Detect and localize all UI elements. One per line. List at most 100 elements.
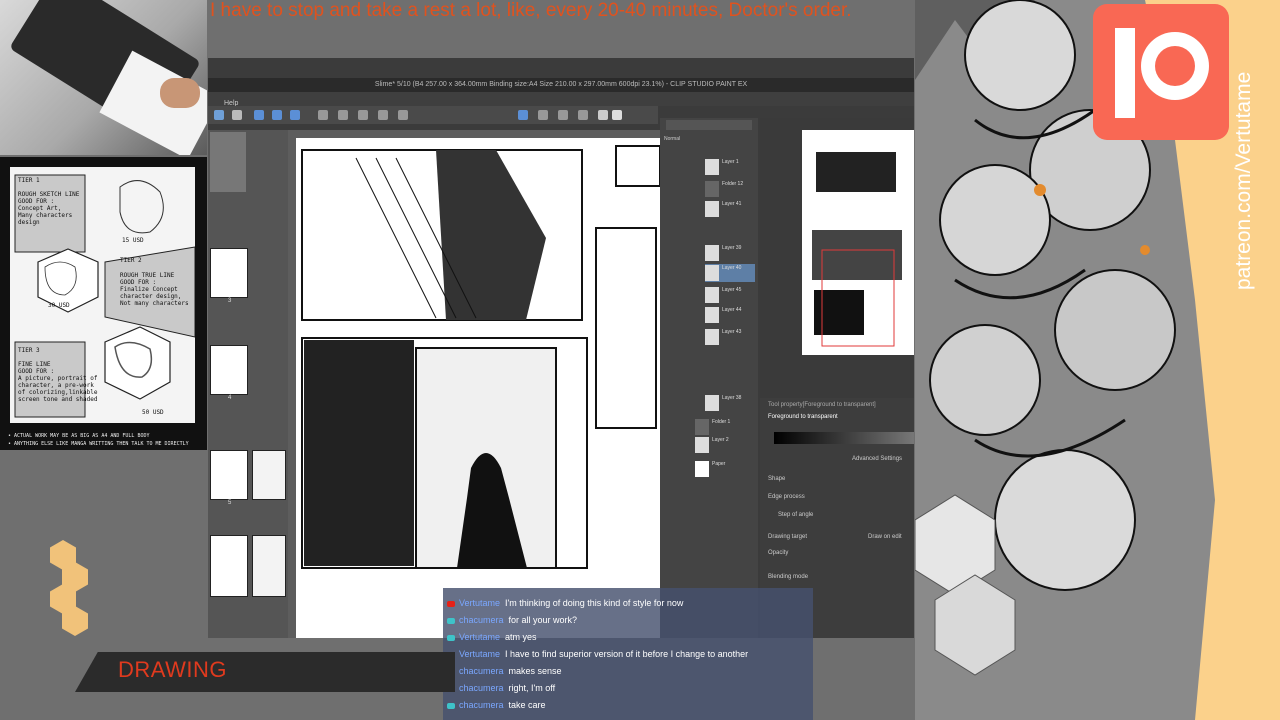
prop-shape: Shape xyxy=(768,476,786,482)
chat-message: chacumera makes sense xyxy=(443,663,813,680)
layer-row[interactable]: Layer 39 xyxy=(705,244,755,262)
canvas-area[interactable] xyxy=(288,130,660,638)
youtube-icon xyxy=(447,600,455,607)
chat-text: atm yes xyxy=(505,632,537,642)
patreon-url[interactable]: patreon.com/Vertutame xyxy=(1232,72,1256,290)
undo-icon[interactable] xyxy=(272,110,282,120)
chat-message: Vertutame I'm thinking of doing this kind… xyxy=(443,595,813,612)
chat-username: chacumera xyxy=(459,700,504,710)
chat-username: chacumera xyxy=(459,666,504,676)
snap-icon[interactable] xyxy=(578,110,588,120)
thumb-strip-left xyxy=(210,132,246,192)
prop-blending-mode: Blending mode xyxy=(768,574,809,580)
chat-text: I have to find superior version of it be… xyxy=(505,649,749,659)
page-thumbnail[interactable] xyxy=(252,450,286,500)
layer-row[interactable]: Layer 45 xyxy=(705,286,755,304)
prop-edge-process: Edge process xyxy=(768,494,805,500)
patreon-icon xyxy=(1093,4,1229,140)
tier-note-size: • ACTUAL WORK MAY BE AS BIG AS A4 AND FU… xyxy=(8,433,150,439)
chat-message: chacumera right, I'm off xyxy=(443,680,813,697)
layer-panel: Normal Layer 1 Folder 12 Layer 41 Layer … xyxy=(660,118,758,638)
manga-page[interactable] xyxy=(296,138,660,638)
draw-on-edit-option[interactable]: Draw on edit xyxy=(868,534,902,540)
transform-icon[interactable] xyxy=(318,110,328,120)
patreon-logo[interactable] xyxy=(1093,4,1229,140)
chat-message: Vertutame atm yes xyxy=(443,629,813,646)
chat-message: Vertutame I have to find superior version… xyxy=(443,646,813,663)
chat-message: chacumera take care xyxy=(443,697,813,714)
snap-ruler-icon[interactable] xyxy=(518,110,528,120)
fill-icon[interactable] xyxy=(358,110,368,120)
tier-1-price: 15 USD xyxy=(122,237,144,244)
layer-row[interactable]: Layer 41 xyxy=(705,200,755,218)
prop-opacity: Opacity xyxy=(768,550,789,556)
navigator-thumbnail xyxy=(812,152,902,347)
page-thumbnail[interactable] xyxy=(210,450,248,500)
chat-message: chacumera for all your work? xyxy=(443,612,813,629)
character-art-panel xyxy=(915,0,1280,720)
page-thumbnail[interactable] xyxy=(210,535,248,597)
navigator-preview[interactable] xyxy=(802,130,914,355)
page-manager: 3 4 5 xyxy=(208,130,288,638)
layer-row[interactable]: Folder 12 xyxy=(705,180,755,198)
status-label: DRAWING xyxy=(118,657,228,682)
chat-text: makes sense xyxy=(508,666,562,676)
crop-icon[interactable] xyxy=(398,110,408,120)
twitch-icon xyxy=(447,702,455,709)
redo-icon[interactable] xyxy=(290,110,300,120)
command-bar xyxy=(208,106,658,124)
clear-icon[interactable] xyxy=(378,110,388,120)
tier-2-title: TIER 2 xyxy=(120,257,142,264)
tier-3-body: FINE LINE GOOD FOR : A picture, portrait… xyxy=(18,361,98,403)
save-icon[interactable] xyxy=(254,110,264,120)
tier-2-price: 30 USD xyxy=(48,302,70,309)
tier-note-manga: • ANYTHING ELSE LIKE MANGA WRITTING THEN… xyxy=(8,441,189,447)
deselect-icon[interactable] xyxy=(338,110,348,120)
open-icon[interactable] xyxy=(232,110,242,120)
tier-3-title: TIER 3 xyxy=(18,347,40,354)
new-file-icon[interactable] xyxy=(214,110,224,120)
tool-property-header: Tool property[Foreground to transparent] xyxy=(768,402,876,408)
advanced-settings-button[interactable]: Advanced Settings xyxy=(852,456,902,462)
clip-studio-window: Slime* 5/10 (B4 257.00 x 364.00mm Bindin… xyxy=(208,58,914,638)
layer-row[interactable]: Layer 2 xyxy=(695,436,745,454)
page-thumbnail[interactable] xyxy=(252,535,286,597)
layer-row[interactable]: Layer 44 xyxy=(705,306,755,324)
snap-perspective-icon[interactable] xyxy=(558,110,568,120)
page-thumbnail[interactable] xyxy=(210,345,248,395)
layer-row[interactable]: Paper xyxy=(695,460,745,478)
chat-text: for all your work? xyxy=(508,615,578,625)
chat-text: I'm thinking of doing this kind of style… xyxy=(505,598,684,608)
chat-username: chacumera xyxy=(459,683,504,693)
prop-step-of-angle[interactable]: Step of angle xyxy=(778,512,813,518)
layer-row[interactable]: Layer 1 xyxy=(705,158,755,176)
prop-drawing-target: Drawing target xyxy=(768,534,808,540)
layer-row[interactable]: Layer 38 xyxy=(705,394,755,412)
webcam-feed xyxy=(0,0,207,155)
layer-tab[interactable] xyxy=(666,120,752,130)
twitch-icon xyxy=(447,634,455,641)
layer-row[interactable]: Layer 43 xyxy=(705,328,755,346)
chat-text: take care xyxy=(508,700,546,710)
page-thumbnail[interactable] xyxy=(210,248,248,298)
chat-username: Vertutame xyxy=(459,649,501,659)
menu-bar: Help xyxy=(208,92,914,107)
snap-grid-icon[interactable] xyxy=(538,110,548,120)
tier-1-title: TIER 1 xyxy=(18,177,40,184)
tier-2-body: ROUGH TRUE LINE GOOD FOR : Finalize Conc… xyxy=(120,272,189,307)
chat-username: Vertutame xyxy=(459,632,501,642)
layer-row-selected[interactable]: Layer 40 xyxy=(705,264,755,282)
window-title: Slime* 5/10 (B4 257.00 x 364.00mm Bindin… xyxy=(208,78,914,92)
gradient-name: Foreground to transparent xyxy=(768,414,838,420)
layer-row[interactable]: Folder 1 xyxy=(695,418,745,436)
clip-studio-icon[interactable] xyxy=(598,110,608,120)
chat-username: Vertutame xyxy=(459,598,501,608)
help-icon[interactable] xyxy=(612,110,622,120)
gradient-preview[interactable] xyxy=(774,432,914,444)
chat-username: chacumera xyxy=(459,615,504,625)
blend-mode[interactable]: Normal xyxy=(664,136,680,142)
rest-reminder-banner: I have to stop and take a rest a lot, li… xyxy=(210,0,852,21)
commission-tier-card: TIER 1 ROUGH SKETCH LINE GOOD FOR : Conc… xyxy=(0,157,207,450)
twitch-icon xyxy=(447,617,455,624)
thumb-number: 5 xyxy=(228,500,232,506)
